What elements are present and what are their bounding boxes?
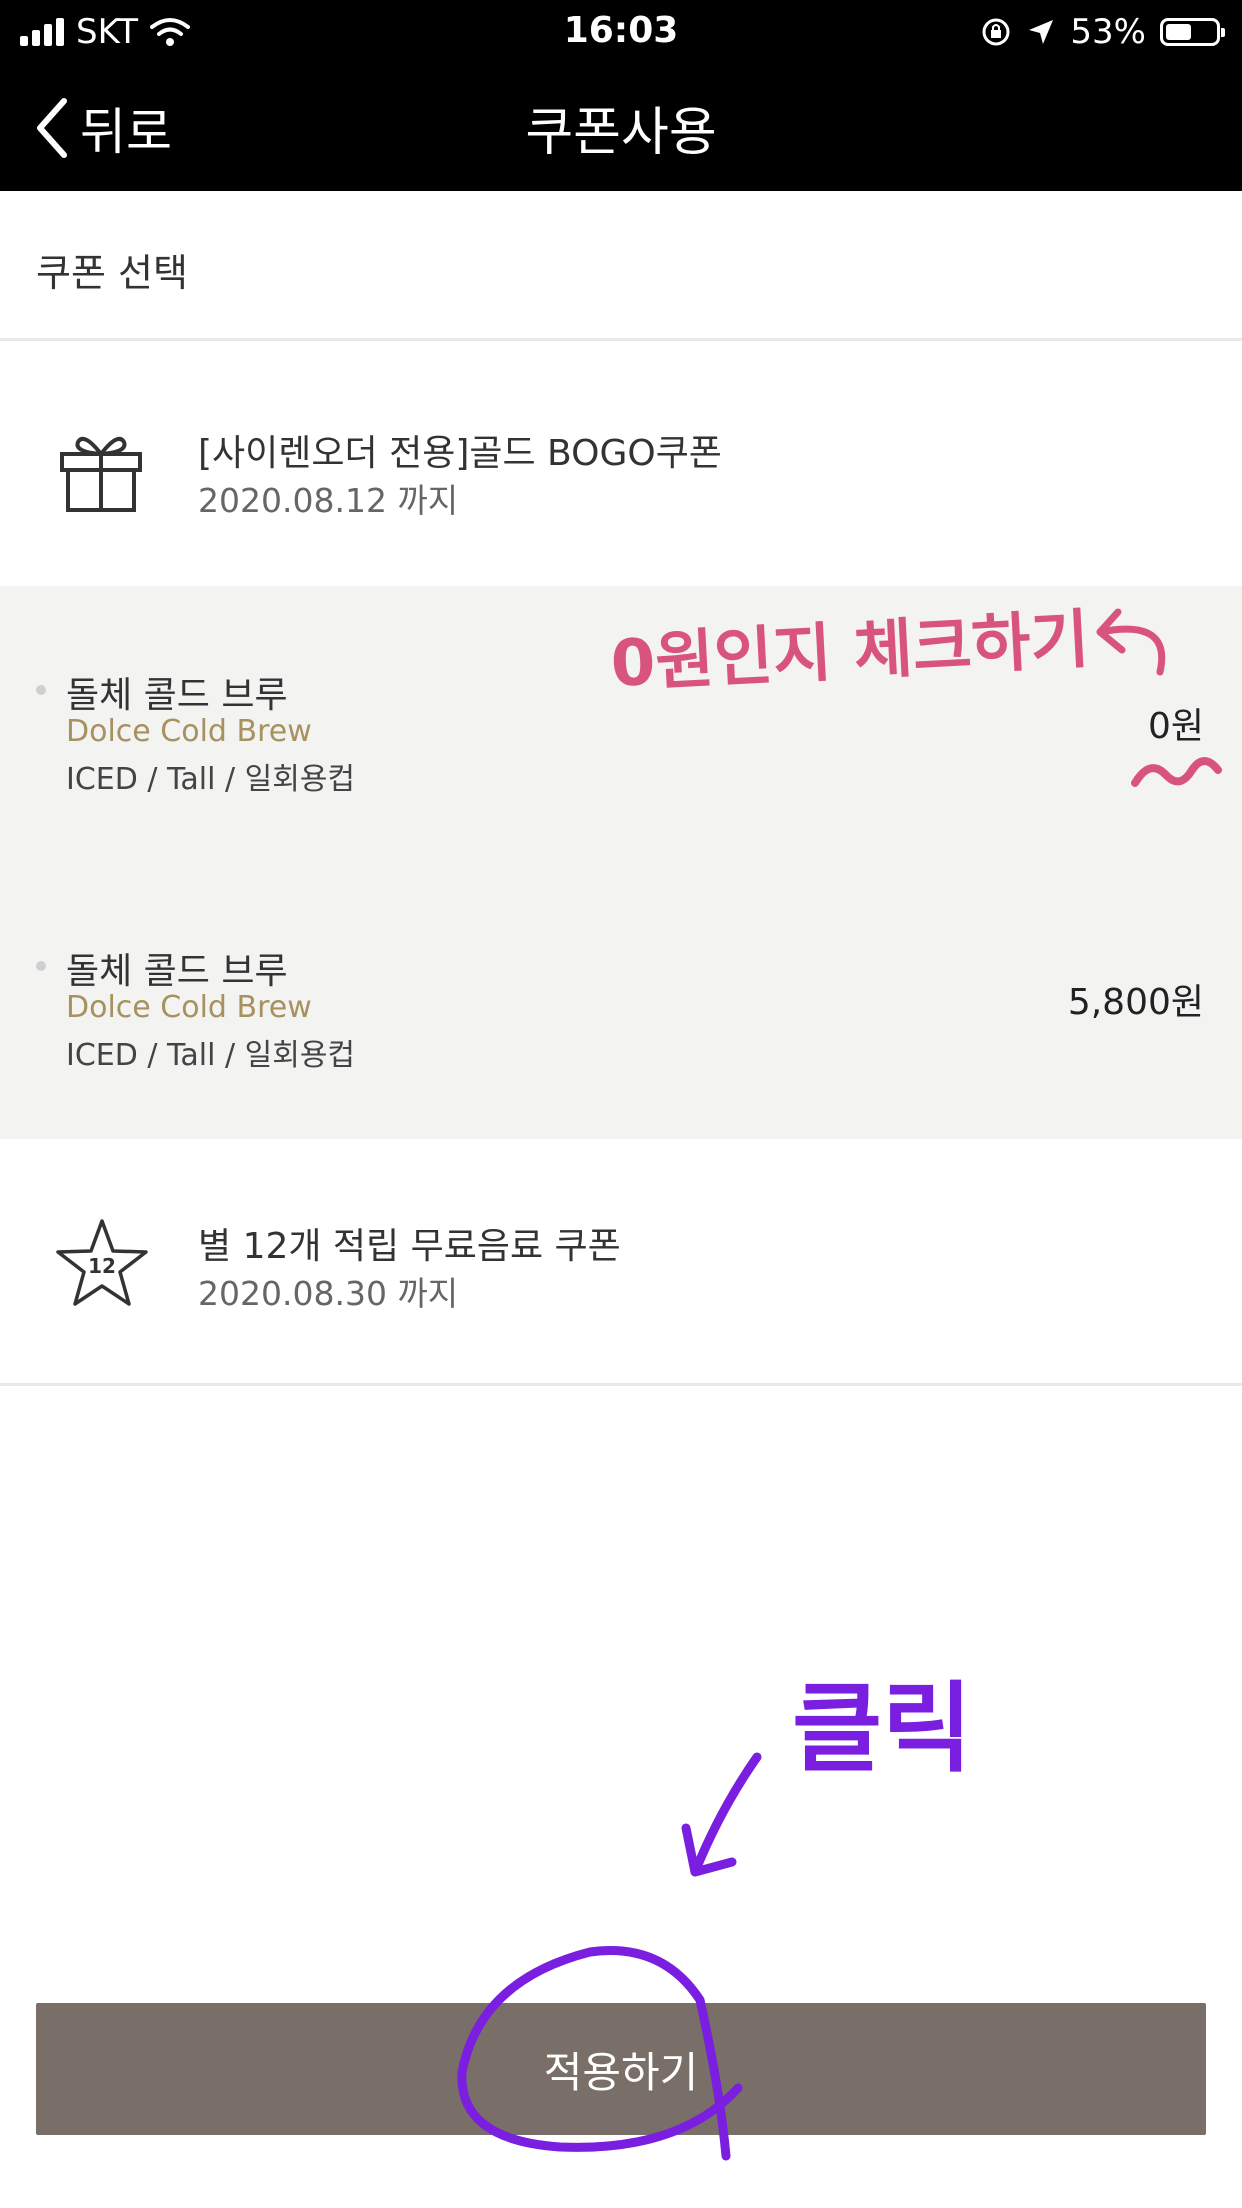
top-bar: SKT 16:03 53% 뒤로 쿠폰사용 bbox=[0, 0, 1242, 191]
divider bbox=[0, 1383, 1242, 1386]
page-title: 쿠폰사용 bbox=[525, 103, 717, 163]
menu-options: ICED / Tall / 일회용컵 bbox=[66, 762, 356, 797]
bullet-dot bbox=[36, 961, 46, 971]
section-title: 쿠폰 선택 bbox=[36, 251, 188, 295]
orientation-lock-icon bbox=[982, 18, 1010, 46]
coupon-name: [사이렌오더 전용]골드 BOGO쿠폰 bbox=[198, 433, 722, 474]
location-arrow-icon bbox=[1029, 20, 1054, 44]
status-bar: SKT 16:03 53% bbox=[0, 0, 1242, 62]
bullet-dot bbox=[36, 685, 46, 695]
gift-icon bbox=[60, 437, 142, 512]
menu-name-en: Dolce Cold Brew bbox=[66, 990, 312, 1025]
menu-price: 0원 bbox=[1147, 706, 1204, 747]
coupon-expiry: 2020.08.12 까지 bbox=[198, 481, 459, 520]
menu-options: ICED / Tall / 일회용컵 bbox=[66, 1038, 356, 1073]
star-12-icon: 12 bbox=[56, 1219, 148, 1306]
battery-fill bbox=[1166, 24, 1191, 40]
coupon-expiry: 2020.08.30 까지 bbox=[198, 1274, 459, 1313]
menu-name-en: Dolce Cold Brew bbox=[66, 714, 312, 749]
nav-header: 뒤로 쿠폰사용 bbox=[0, 62, 1242, 191]
battery-icon bbox=[1160, 18, 1225, 46]
menu-price: 5,800원 bbox=[1067, 982, 1204, 1023]
click-annotation-text: 클릭 bbox=[792, 1672, 972, 1786]
menu-name-ko: 돌체 콜드 브루 bbox=[66, 675, 288, 716]
battery-percent: 53% bbox=[1070, 12, 1146, 52]
divider bbox=[0, 338, 1242, 341]
coupon-menu-items: 돌체 콜드 브루 Dolce Cold Brew ICED / Tall / 일… bbox=[0, 586, 1242, 1139]
down-arrow-annotation bbox=[681, 1752, 762, 1877]
apply-button[interactable]: 적용하기 bbox=[36, 2003, 1206, 2135]
coupon-item-bogo[interactable]: [사이렌오더 전용]골드 BOGO쿠폰 2020.08.12 까지 bbox=[0, 346, 1242, 586]
star-count-text: 12 bbox=[88, 1254, 116, 1278]
menu-name-ko: 돌체 콜드 브루 bbox=[66, 951, 288, 992]
coupon-name: 별 12개 적립 무료음료 쿠폰 bbox=[198, 1226, 621, 1267]
coupon-item-star12[interactable]: 12 별 12개 적립 무료음료 쿠폰 2020.08.30 까지 bbox=[0, 1139, 1242, 1379]
menu-item[interactable]: 돌체 콜드 브루 Dolce Cold Brew ICED / Tall / 일… bbox=[0, 586, 1242, 797]
status-right: 53% bbox=[980, 12, 1225, 52]
menu-item[interactable]: 돌체 콜드 브루 Dolce Cold Brew ICED / Tall / 일… bbox=[0, 862, 1242, 1073]
